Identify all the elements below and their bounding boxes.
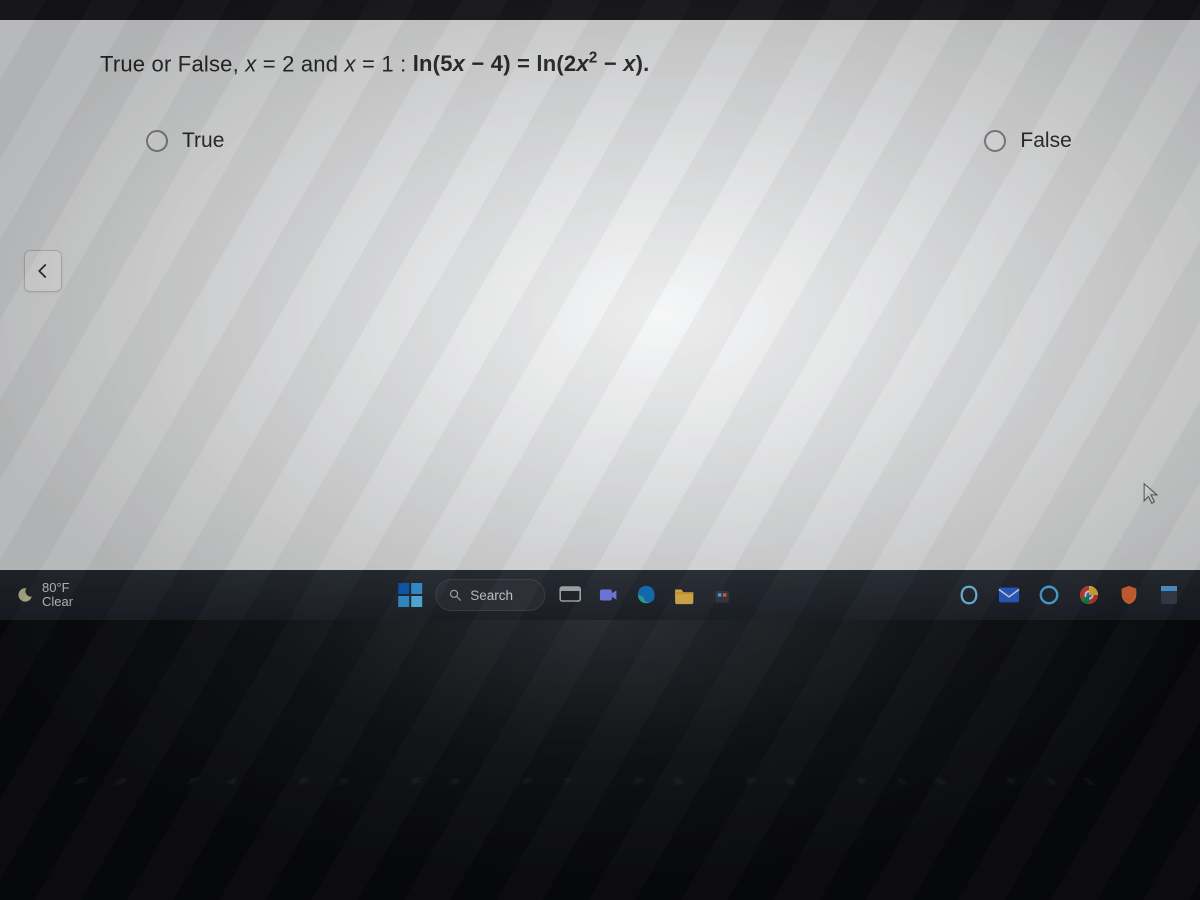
- q-prefix: True or False,: [100, 51, 245, 76]
- circle-icon: [1038, 584, 1060, 606]
- mail-button[interactable]: [996, 582, 1022, 608]
- taskbar-center: Search: [397, 579, 735, 611]
- q-rhs-tail: −: [598, 51, 624, 76]
- copilot-icon: [958, 584, 980, 606]
- option-false-label: False: [1020, 129, 1071, 153]
- search-icon: [448, 588, 462, 602]
- taskbar-search[interactable]: Search: [435, 579, 545, 611]
- question-text: True or False, x = 2 and x = 1 : ln(5x −…: [100, 50, 1120, 77]
- shield-icon: [1118, 584, 1140, 606]
- weather-cond: Clear: [42, 595, 73, 609]
- windows-taskbar: 80°F Clear Search: [0, 570, 1200, 620]
- option-false[interactable]: False: [984, 129, 1071, 153]
- q-lhs-var: x: [453, 51, 465, 76]
- task-view-button[interactable]: [557, 582, 583, 608]
- copilot-button[interactable]: [956, 582, 982, 608]
- note-icon: [1159, 584, 1179, 606]
- task-view-icon: [559, 586, 581, 604]
- folder-icon: [673, 585, 695, 605]
- moon-icon: [16, 586, 34, 604]
- quiz-screen: True or False, x = 2 and x = 1 : ln(5x −…: [0, 20, 1200, 580]
- edge-icon: [635, 584, 657, 606]
- q-lhs-tail: − 4) = ln(2: [465, 51, 576, 76]
- desk-area: F3 F4 F5 F6 F7 F8 F9 F10 F11: [0, 620, 1200, 900]
- proctor-button[interactable]: [1116, 582, 1142, 608]
- previous-button[interactable]: [24, 250, 62, 292]
- q-var-a: x: [245, 51, 256, 76]
- store-button[interactable]: [709, 582, 735, 608]
- taskbar-right: [956, 582, 1190, 608]
- cursor-icon: [1142, 482, 1160, 506]
- q-rhs-exp: 2: [589, 50, 598, 67]
- options-row: True False: [100, 129, 1120, 153]
- chevron-left-icon: [34, 262, 52, 280]
- chrome-icon: [1078, 584, 1100, 606]
- q-rhs-var: x: [576, 51, 588, 76]
- file-explorer-button[interactable]: [671, 582, 697, 608]
- app-circle-button[interactable]: [1036, 582, 1062, 608]
- q-eq-b: = 1 :: [356, 51, 413, 76]
- mail-icon: [998, 586, 1020, 604]
- q-rhs-close: ).: [636, 51, 650, 76]
- notepad-button[interactable]: [1156, 582, 1182, 608]
- option-true[interactable]: True: [146, 129, 224, 153]
- weather-temp: 80°F: [42, 581, 73, 595]
- q-var-b: x: [344, 51, 355, 76]
- chat-button[interactable]: [595, 582, 621, 608]
- search-placeholder: Search: [470, 588, 513, 603]
- camera-icon: [597, 584, 619, 606]
- edge-button[interactable]: [633, 582, 659, 608]
- q-rhs-last-var: x: [623, 51, 635, 76]
- chrome-button[interactable]: [1076, 582, 1102, 608]
- q-eq-a: = 2 and: [256, 51, 344, 76]
- start-button[interactable]: [397, 582, 423, 608]
- radio-icon: [984, 130, 1006, 152]
- keyboard-fn-row: F3 F4 F5 F6 F7 F8 F9 F10 F11: [72, 777, 1128, 787]
- q-lhs-fn: ln(5: [413, 51, 453, 76]
- radio-icon: [146, 130, 168, 152]
- option-true-label: True: [182, 129, 224, 153]
- weather-widget[interactable]: 80°F Clear: [16, 581, 73, 610]
- store-icon: [712, 585, 732, 605]
